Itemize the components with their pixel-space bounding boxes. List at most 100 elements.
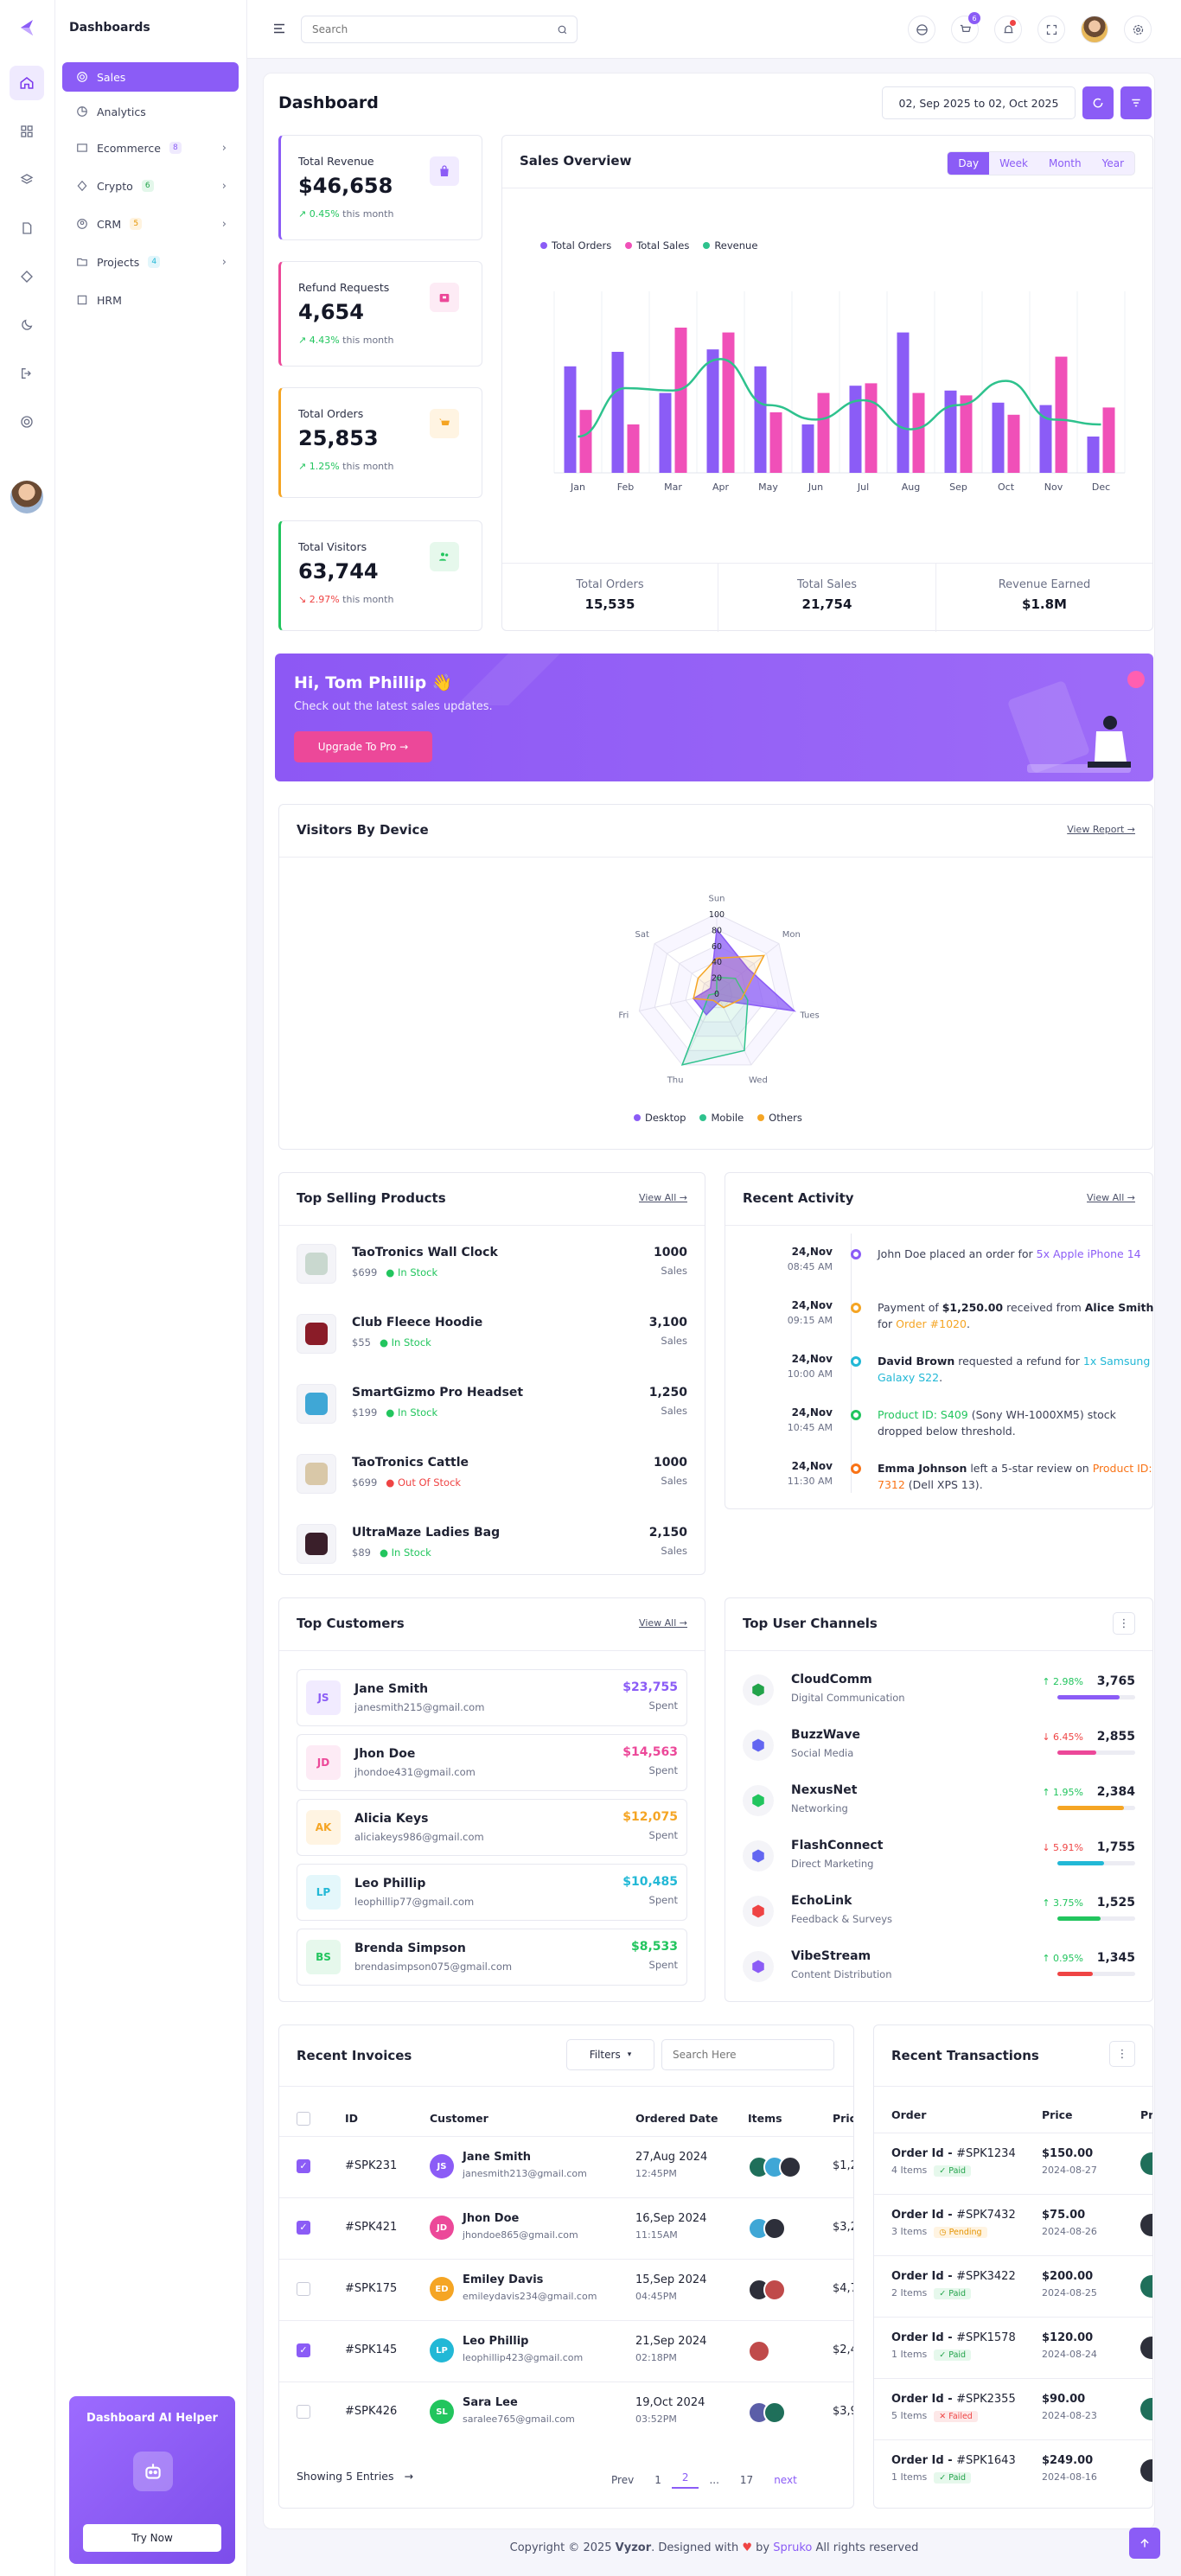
sidebar-item-sales[interactable]: Sales	[62, 62, 239, 92]
product-name[interactable]: Club Fleece Hoodie	[352, 1316, 482, 1329]
transaction-row[interactable]: Order Id - #SPK7432 3 Items ◷ Pending $75.0…	[874, 2194, 1152, 2255]
product-row[interactable]: Club Fleece Hoodie $55 ● In Stock 3,100 Sale…	[297, 1297, 687, 1366]
product-row[interactable]: TaoTronics Cattle $699 ● Out Of Stock 1000 S…	[297, 1437, 687, 1506]
bar-orders-mar[interactable]	[659, 392, 672, 473]
filter-button[interactable]	[1120, 86, 1152, 119]
scroll-top-button[interactable]	[1129, 2528, 1160, 2559]
tab-year[interactable]: Year	[1092, 152, 1134, 175]
diamond-icon[interactable]	[10, 259, 44, 294]
table-row[interactable]: ✓ #SPK145 LP Leo Phillip leophillip423@gmail…	[279, 2320, 853, 2382]
entries-info[interactable]: Showing 5 Entries →	[297, 2470, 413, 2483]
bar-orders-jul[interactable]	[849, 386, 862, 473]
channel-row[interactable]: BuzzWave Social Media ↓ 6.45% 2,855	[743, 1725, 1135, 1776]
customer-row[interactable]: LP Leo Phillip leophillip77@gmail.com $10,4…	[297, 1864, 687, 1921]
try-now-button[interactable]: Try Now	[83, 2524, 221, 2552]
customer-row[interactable]: BS Brenda Simpson brendasimpson075@gmail.c…	[297, 1929, 687, 1986]
customer-row[interactable]: JS Jane Smith janesmith215@gmail.com $23,75…	[297, 1669, 687, 1726]
bar-sales-jul[interactable]	[865, 383, 878, 473]
bar-orders-apr[interactable]	[706, 349, 719, 473]
table-row[interactable]: #SPK426 SL Sara Lee saralee765@gmail.com 19,…	[279, 2382, 853, 2443]
customer-row[interactable]: AK Alicia Keys aliciakeys986@gmail.com $12,…	[297, 1799, 687, 1856]
product-name[interactable]: TaoTronics Cattle	[352, 1456, 469, 1470]
sidebar-item-hrm[interactable]: HRM	[62, 285, 239, 315]
bar-orders-aug[interactable]	[897, 332, 910, 473]
activity-link[interactable]: 5x Apple iPhone 14	[1037, 1247, 1141, 1260]
bar-sales-nov[interactable]	[1055, 356, 1068, 473]
bar-sales-aug[interactable]	[912, 392, 925, 473]
product-row[interactable]: TaoTronics Wall Clock $699 ● In Stock 1000 S…	[297, 1227, 687, 1296]
row-checkbox[interactable]	[297, 2405, 310, 2419]
row-checkbox[interactable]	[297, 2282, 310, 2296]
transaction-row[interactable]: Order Id - #SPK1234 4 Items ✓ Paid $150.00 2…	[874, 2133, 1152, 2194]
language-icon[interactable]	[908, 16, 935, 43]
layers-icon[interactable]	[10, 163, 44, 197]
pager-page-2[interactable]: 2	[671, 2471, 699, 2489]
pager-page-17[interactable]: 17	[730, 2474, 763, 2486]
row-checkbox[interactable]: ✓	[297, 2159, 310, 2173]
refresh-button[interactable]	[1082, 86, 1114, 119]
sidebar-item-ecommerce[interactable]: Ecommerce 8 ›	[62, 133, 239, 163]
moon-icon[interactable]	[10, 308, 44, 342]
bar-sales-apr[interactable]	[722, 332, 735, 473]
grid-icon[interactable]	[10, 114, 44, 149]
bar-sales-may[interactable]	[769, 412, 782, 473]
pager-prev[interactable]: Prev	[601, 2474, 644, 2486]
channel-row[interactable]: CloudComm Digital Communication ↑ 2.98% 3,7…	[743, 1669, 1135, 1721]
row-checkbox[interactable]: ✓	[297, 2343, 310, 2357]
transaction-row[interactable]: Order Id - #SPK1578 1 Items ✓ Paid $120.00 2…	[874, 2317, 1152, 2378]
product-name[interactable]: TaoTronics Wall Clock	[352, 1246, 498, 1259]
more-options-icon[interactable]: ⋮	[1113, 1612, 1135, 1635]
tab-week[interactable]: Week	[989, 152, 1038, 175]
upgrade-button[interactable]: Upgrade To Pro →	[294, 731, 432, 762]
sidebar-item-analytics[interactable]: Analytics	[62, 97, 239, 126]
profile-avatar[interactable]	[1081, 16, 1108, 43]
pager-page-1[interactable]: 1	[644, 2474, 672, 2486]
customer-row[interactable]: JD Jhon Doe jhondoe431@gmail.com $14,563 Spe…	[297, 1734, 687, 1791]
table-row[interactable]: ✓ #SPK421 JD Jhon Doe jhondoe865@gmail.com 16…	[279, 2197, 853, 2259]
view-all-link[interactable]: View All →	[639, 1192, 687, 1203]
bar-sales-oct[interactable]	[1007, 414, 1020, 473]
table-row[interactable]: #SPK175 ED Emiley Davis emileydavis234@gmai…	[279, 2259, 853, 2320]
file-icon[interactable]	[10, 211, 44, 245]
view-all-link[interactable]: View All →	[639, 1617, 687, 1629]
menu-toggle-icon[interactable]	[271, 21, 287, 40]
transaction-row[interactable]: Order Id - #SPK1643 1 Items ✓ Paid $249.00 2…	[874, 2439, 1152, 2501]
bar-orders-may[interactable]	[754, 366, 767, 473]
footer-brand[interactable]: Vyzor	[616, 2541, 651, 2554]
gear-icon[interactable]	[1124, 16, 1152, 43]
tab-month[interactable]: Month	[1038, 152, 1092, 175]
bar-sales-sep[interactable]	[960, 395, 973, 473]
pager-ellipsis[interactable]: ...	[699, 2474, 729, 2486]
fullscreen-icon[interactable]	[1037, 16, 1065, 43]
transaction-row[interactable]: Order Id - #SPK3422 2 Items ✓ Paid $200.00 2…	[874, 2255, 1152, 2317]
row-checkbox[interactable]: ✓	[297, 2221, 310, 2235]
settings-icon[interactable]	[10, 405, 44, 439]
sidebar-item-crypto[interactable]: Crypto 6 ›	[62, 171, 239, 201]
sidebar-item-projects[interactable]: Projects 4 ›	[62, 247, 239, 277]
bar-sales-jun[interactable]	[817, 392, 830, 473]
bar-orders-jun[interactable]	[801, 424, 814, 473]
product-row[interactable]: SmartGizmo Pro Headset $199 ● In Stock 1,25…	[297, 1367, 687, 1436]
bar-sales-jan[interactable]	[579, 410, 592, 473]
bar-sales-mar[interactable]	[674, 328, 687, 473]
bar-orders-oct[interactable]	[992, 402, 1005, 473]
cart-icon[interactable]: 6	[951, 12, 980, 43]
bar-sales-dec[interactable]	[1102, 407, 1115, 473]
filters-dropdown[interactable]: Filters ▾	[566, 2039, 654, 2070]
select-all-checkbox[interactable]	[297, 2112, 310, 2126]
tab-day[interactable]: Day	[948, 152, 990, 175]
bar-orders-dec[interactable]	[1087, 437, 1100, 473]
channel-row[interactable]: VibeStream Content Distribution ↑ 0.95% 1,3…	[743, 1946, 1135, 1998]
logo-icon[interactable]	[17, 17, 38, 38]
bar-sales-feb[interactable]	[627, 424, 640, 473]
more-options-icon[interactable]: ⋮	[1109, 2041, 1135, 2067]
bar-orders-sep[interactable]	[944, 390, 957, 473]
view-all-link[interactable]: View All →	[1087, 1192, 1135, 1203]
product-row[interactable]: UltraMaze Ladies Bag $89 ● In Stock 2,150 Sa…	[297, 1507, 687, 1576]
sidebar-item-crm[interactable]: CRM 5 ›	[62, 209, 239, 239]
bar-orders-jan[interactable]	[564, 366, 577, 473]
logout-icon[interactable]	[10, 356, 44, 391]
bell-icon[interactable]	[994, 16, 1022, 43]
channel-row[interactable]: NexusNet Networking ↑ 1.95% 2,384	[743, 1780, 1135, 1832]
product-name[interactable]: SmartGizmo Pro Headset	[352, 1386, 523, 1400]
